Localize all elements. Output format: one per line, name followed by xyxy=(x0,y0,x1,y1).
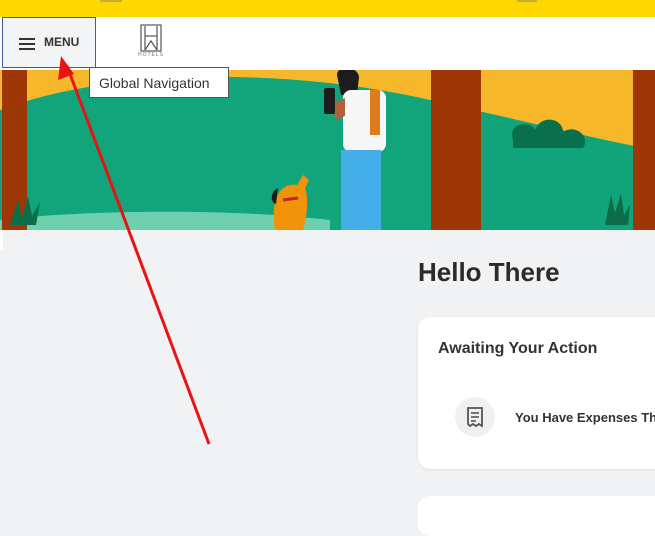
hotel-logo[interactable]: HOTELS xyxy=(138,24,164,60)
app-header: MENU HOTELS xyxy=(0,17,655,70)
logo-text: HOTELS xyxy=(137,52,164,58)
global-navigation-tooltip: Global Navigation xyxy=(89,67,229,98)
page-greeting: Hello There xyxy=(418,257,560,287)
top-banner-fragment xyxy=(517,0,537,2)
awaiting-action-card: Awaiting Your Action You Have Expenses T… xyxy=(418,317,655,469)
hamburger-icon xyxy=(19,38,35,50)
receipt-icon[interactable] xyxy=(455,397,495,437)
card-title: Awaiting Your Action xyxy=(438,340,598,357)
expenses-task-link[interactable]: You Have Expenses Tha xyxy=(515,410,655,425)
top-banner-fragment xyxy=(100,0,122,2)
tooltip-text: Global Navigation xyxy=(99,74,210,91)
menu-button[interactable]: MENU xyxy=(2,17,96,68)
secondary-card xyxy=(418,496,655,536)
hero-edge xyxy=(0,230,3,250)
top-banner xyxy=(0,0,655,17)
menu-label: MENU xyxy=(44,35,80,49)
